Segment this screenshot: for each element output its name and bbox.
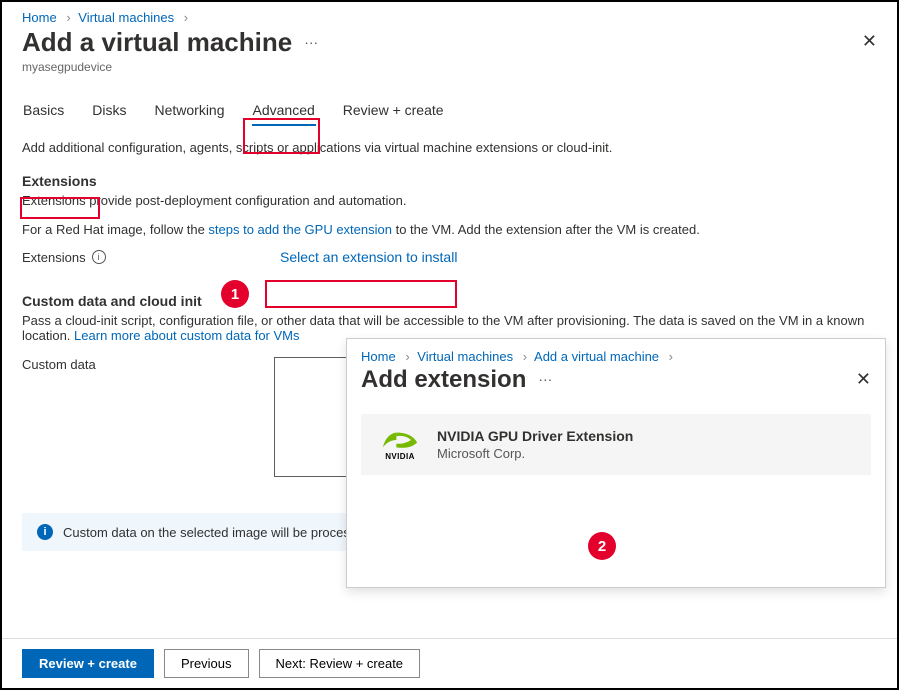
overlay-breadcrumb-add-vm[interactable]: Add a virtual machine [534, 349, 659, 364]
add-extension-panel: Home › Virtual machines › Add a virtual … [346, 338, 886, 588]
close-icon[interactable]: ✕ [862, 31, 877, 52]
breadcrumb-home[interactable]: Home [22, 10, 57, 25]
select-extension-link[interactable]: Select an extension to install [274, 247, 463, 267]
extensions-row-label: Extensions [22, 250, 86, 265]
extensions-subtext: Extensions provide post-deployment confi… [22, 193, 877, 208]
tab-advanced[interactable]: Advanced [252, 102, 316, 126]
overlay-close-icon[interactable]: ✕ [856, 369, 871, 390]
extension-card-nvidia[interactable]: NVIDIA NVIDIA GPU Driver Extension Micro… [361, 414, 871, 475]
tab-review-create[interactable]: Review + create [342, 102, 445, 126]
footer-bar: Review + create Previous Next: Review + … [2, 638, 897, 688]
overlay-title: Add extension [361, 366, 526, 394]
breadcrumb: Home › Virtual machines › [2, 2, 897, 25]
redhat-pre: For a Red Hat image, follow the [22, 222, 208, 237]
chevron-right-icon: › [66, 10, 70, 25]
chevron-right-icon: › [405, 349, 409, 364]
previous-button[interactable]: Previous [164, 649, 249, 678]
redhat-note: For a Red Hat image, follow the steps to… [22, 222, 877, 237]
tab-basics[interactable]: Basics [22, 102, 65, 126]
extension-name: NVIDIA GPU Driver Extension [437, 428, 633, 444]
tab-disks[interactable]: Disks [91, 102, 127, 126]
custom-data-heading: Custom data and cloud init [22, 293, 877, 309]
extensions-heading: Extensions [22, 173, 877, 189]
redhat-post: to the VM. Add the extension after the V… [392, 222, 700, 237]
gpu-extension-steps-link[interactable]: steps to add the GPU extension [208, 222, 392, 237]
overlay-breadcrumb-home[interactable]: Home [361, 349, 396, 364]
overlay-breadcrumb-vms[interactable]: Virtual machines [417, 349, 513, 364]
overlay-breadcrumb: Home › Virtual machines › Add a virtual … [347, 339, 885, 364]
next-button[interactable]: Next: Review + create [259, 649, 421, 678]
nvidia-eye-icon [380, 429, 420, 451]
tabs: Basics Disks Networking Advanced Review … [2, 74, 897, 126]
nvidia-logo-text: NVIDIA [385, 452, 415, 461]
overlay-more-actions[interactable]: ··· [538, 371, 552, 387]
review-create-button[interactable]: Review + create [22, 649, 154, 678]
info-icon: i [37, 524, 53, 540]
tab-description: Add additional configuration, agents, sc… [22, 140, 877, 155]
extension-publisher: Microsoft Corp. [437, 446, 633, 461]
learn-more-custom-data-link[interactable]: Learn more about custom data for VMs [74, 328, 299, 343]
page-title: Add a virtual machine [22, 27, 292, 58]
more-actions-button[interactable]: ··· [304, 34, 318, 50]
custom-data-row-label: Custom data [22, 357, 96, 372]
tab-networking[interactable]: Networking [153, 102, 225, 126]
chevron-right-icon: › [523, 349, 527, 364]
breadcrumb-virtual-machines[interactable]: Virtual machines [78, 10, 174, 25]
resource-name: myasegpudevice [2, 60, 897, 74]
nvidia-logo: NVIDIA [377, 429, 423, 461]
chevron-right-icon: › [669, 349, 673, 364]
chevron-right-icon: › [184, 10, 188, 25]
info-icon[interactable]: i [92, 250, 106, 264]
